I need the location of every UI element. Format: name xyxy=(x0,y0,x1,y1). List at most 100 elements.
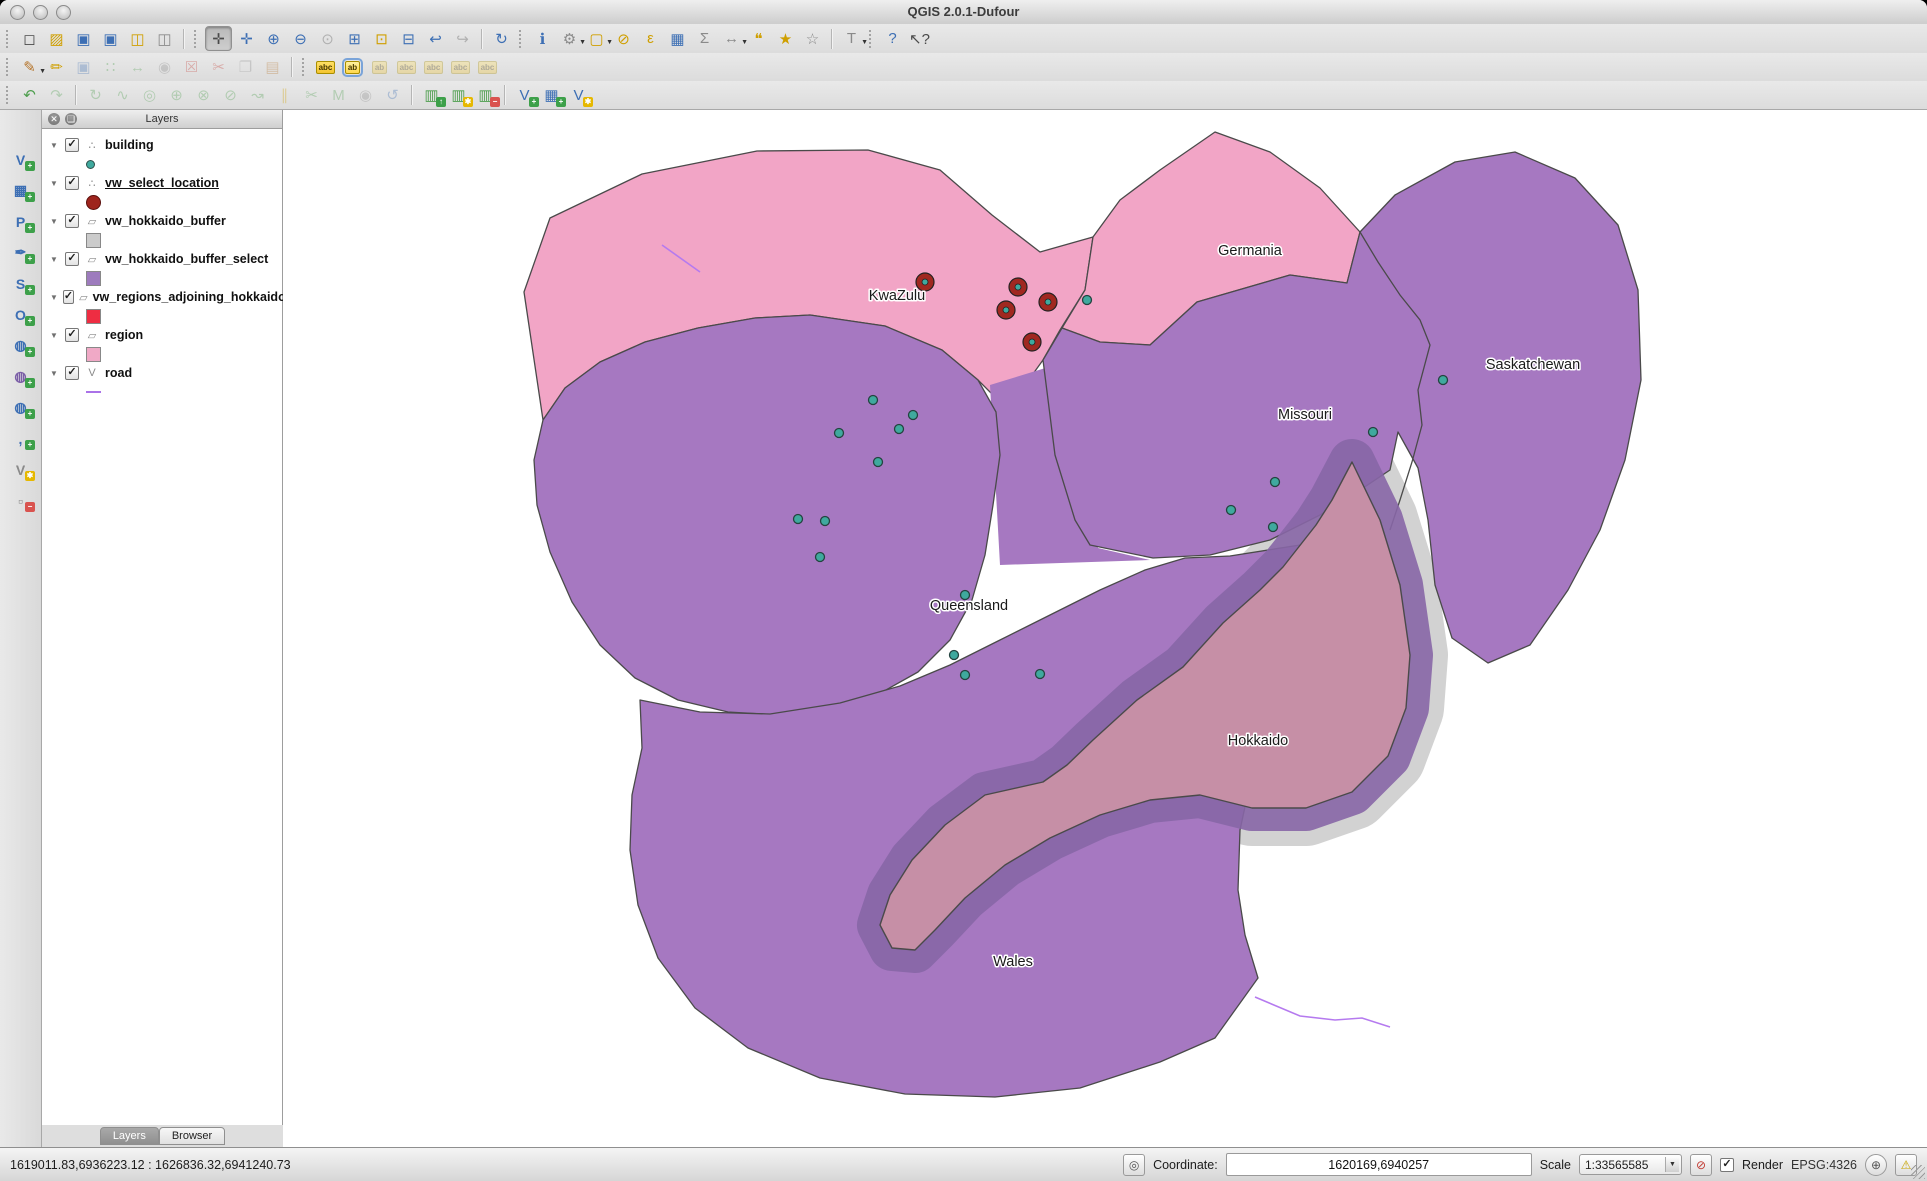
layer-visibility-checkbox[interactable]: ✓ xyxy=(65,366,79,380)
new-project-icon[interactable]: ◻ xyxy=(17,27,42,50)
save-project-icon[interactable]: ▣ xyxy=(71,27,96,50)
zoom-full-extent-icon[interactable]: ⊞ xyxy=(342,27,367,50)
add-wfs-layer-icon[interactable]: ◍+ xyxy=(8,396,33,419)
add-spatialite-layer-icon[interactable]: ✒+ xyxy=(8,241,33,264)
toolbar-grip[interactable] xyxy=(519,30,525,48)
dropdown-arrow-icon[interactable]: ▼ xyxy=(861,39,868,46)
layer-visibility-checkbox[interactable]: ✓ xyxy=(65,138,79,152)
remove-layer-icon[interactable]: ▫− xyxy=(8,489,33,512)
whats-this-icon[interactable]: ↖? xyxy=(907,27,932,50)
render-checkbox[interactable]: ✓ xyxy=(1720,1158,1734,1172)
coordinate-input[interactable] xyxy=(1226,1153,1532,1176)
raster-tool-icon[interactable]: ▦+ xyxy=(539,84,564,107)
pan-map-icon[interactable]: ✛ xyxy=(205,26,232,51)
layer-name[interactable]: vw_select_location xyxy=(105,176,219,190)
toolbar-grip[interactable] xyxy=(869,30,875,48)
layer-expand-icon[interactable]: ▼ xyxy=(50,141,60,150)
pan-to-selection-icon[interactable]: ✛ xyxy=(234,27,259,50)
undo-icon[interactable]: ↶ xyxy=(17,84,42,107)
measure-icon[interactable]: ↔▼ xyxy=(719,27,744,50)
layer-expand-icon[interactable]: ▼ xyxy=(50,179,60,188)
add-vector-layer-icon[interactable]: V+ xyxy=(8,148,33,171)
toolbar-grip[interactable] xyxy=(6,58,12,76)
layer-item-vw_select_location[interactable]: ▼✓∴vw_select_location xyxy=(42,173,282,193)
map-canvas[interactable]: KwaZuluGermaniaSaskatchewanMissouriQueen… xyxy=(283,110,1927,1147)
layer-item-road[interactable]: ▼✓Vroad xyxy=(42,363,282,383)
add-postgis-layer-icon[interactable]: P+ xyxy=(8,210,33,233)
layer-expand-icon[interactable]: ▼ xyxy=(50,255,60,264)
offline-editing-sync-icon[interactable]: ▥✱ xyxy=(446,84,471,107)
zoom-in-icon[interactable]: ⊕ xyxy=(261,27,286,50)
layer-name[interactable]: region xyxy=(105,328,143,342)
toolbar-grip[interactable] xyxy=(6,30,12,48)
select-by-expression-icon[interactable]: ε xyxy=(638,27,663,50)
add-mssql-layer-icon[interactable]: S+ xyxy=(8,272,33,295)
layer-visibility-checkbox[interactable]: ✓ xyxy=(65,176,79,190)
layer-visibility-checkbox[interactable]: ✓ xyxy=(65,328,79,342)
help-contents-icon[interactable]: ? xyxy=(880,27,905,50)
stop-rendering-icon[interactable]: ⊘ xyxy=(1690,1154,1712,1176)
layer-name[interactable]: road xyxy=(105,366,132,380)
scale-combo[interactable]: 1:33565585 ▼ xyxy=(1579,1154,1682,1175)
open-attribute-table-icon[interactable]: ▦ xyxy=(665,27,690,50)
crs-status-button[interactable]: ⊕ xyxy=(1865,1154,1887,1176)
layer-visibility-checkbox[interactable]: ✓ xyxy=(65,252,79,266)
panel-tab-layers[interactable]: Layers xyxy=(100,1127,159,1145)
toolbar-grip[interactable] xyxy=(302,58,308,76)
map-tips-icon[interactable]: ❝ xyxy=(746,27,771,50)
layer-item-vw_hokkaido_buffer_select[interactable]: ▼✓▱vw_hokkaido_buffer_select xyxy=(42,249,282,269)
layer-item-building[interactable]: ▼✓∴building xyxy=(42,135,282,155)
add-raster-layer-icon[interactable]: ▦+ xyxy=(8,179,33,202)
layer-expand-icon[interactable]: ▼ xyxy=(50,331,60,340)
resize-grip[interactable] xyxy=(1911,1165,1925,1179)
add-oracle-layer-icon[interactable]: O+ xyxy=(8,303,33,326)
vector-tool-icon[interactable]: V✱ xyxy=(566,84,591,107)
scale-dropdown-icon[interactable]: ▼ xyxy=(1665,1157,1679,1172)
composer-manager-icon[interactable]: ◫ xyxy=(152,27,177,50)
add-wcs-layer-icon[interactable]: ◍+ xyxy=(8,365,33,388)
layer-name[interactable]: vw_regions_adjoining_hokkaido xyxy=(93,290,286,304)
text-annotation-icon[interactable]: T▼ xyxy=(839,27,864,50)
layer-expand-icon[interactable]: ▼ xyxy=(50,369,60,378)
toolbar-grip[interactable] xyxy=(6,86,12,104)
layer-visibility-checkbox[interactable]: ✓ xyxy=(63,290,74,304)
show-bookmarks-icon[interactable]: ☆ xyxy=(800,27,825,50)
zoom-to-selection-icon[interactable]: ⊡ xyxy=(369,27,394,50)
layer-name[interactable]: vw_hokkaido_buffer xyxy=(105,214,226,228)
layer-expand-icon[interactable]: ▼ xyxy=(50,217,60,226)
add-delimited-text-layer-icon[interactable]: ,+ xyxy=(8,427,33,450)
layer-name[interactable]: building xyxy=(105,138,154,152)
layer-visibility-checkbox[interactable]: ✓ xyxy=(65,214,79,228)
panel-close-icon[interactable]: ✕ xyxy=(48,113,60,125)
deselect-features-icon[interactable]: ⊘ xyxy=(611,27,636,50)
labeling-options-icon[interactable]: abc xyxy=(313,56,338,79)
save-project-as-icon[interactable]: ▣ xyxy=(98,27,123,50)
layer-name[interactable]: vw_hokkaido_buffer_select xyxy=(105,252,268,266)
open-project-icon[interactable]: ▨ xyxy=(44,27,69,50)
toolbar-grip[interactable] xyxy=(194,30,200,48)
new-bookmark-icon[interactable]: ★ xyxy=(773,27,798,50)
current-edits-icon[interactable]: ✎▼ xyxy=(17,56,42,79)
run-feature-action-icon[interactable]: ⚙▼ xyxy=(557,27,582,50)
zoom-last-icon[interactable]: ↩ xyxy=(423,27,448,50)
panel-tab-browser[interactable]: Browser xyxy=(159,1127,225,1145)
offline-editing-remove-icon[interactable]: ▥− xyxy=(473,84,498,107)
new-shapefile-layer-icon[interactable]: V✱ xyxy=(8,458,33,481)
identify-features-icon[interactable]: ℹ xyxy=(530,27,555,50)
zoom-out-icon[interactable]: ⊖ xyxy=(288,27,313,50)
layer-item-vw_regions_adjoining_hokkaido[interactable]: ▼✓▱vw_regions_adjoining_hokkaido xyxy=(42,287,282,307)
zoom-to-layer-icon[interactable]: ⊟ xyxy=(396,27,421,50)
panel-float-icon[interactable]: ❏ xyxy=(65,113,77,125)
layer-expand-icon[interactable]: ▼ xyxy=(50,293,58,302)
toggle-editing-icon[interactable]: ✏ xyxy=(44,56,69,79)
check-geometry-validity-icon[interactable]: V+ xyxy=(512,84,537,107)
select-features-icon[interactable]: ▢▼ xyxy=(584,27,609,50)
add-wms-layer-icon[interactable]: ◍+ xyxy=(8,334,33,357)
field-calculator-icon[interactable]: Σ xyxy=(692,27,717,50)
layer-item-vw_hokkaido_buffer[interactable]: ▼✓▱vw_hokkaido_buffer xyxy=(42,211,282,231)
offline-editing-convert-icon[interactable]: ▥↑ xyxy=(419,84,444,107)
toggle-extents-mouse-icon[interactable]: ◎ xyxy=(1123,1154,1145,1176)
layer-item-region[interactable]: ▼✓▱region xyxy=(42,325,282,345)
pin-unpin-labels-icon[interactable]: ab xyxy=(340,56,365,79)
new-print-composer-icon[interactable]: ◫ xyxy=(125,27,150,50)
